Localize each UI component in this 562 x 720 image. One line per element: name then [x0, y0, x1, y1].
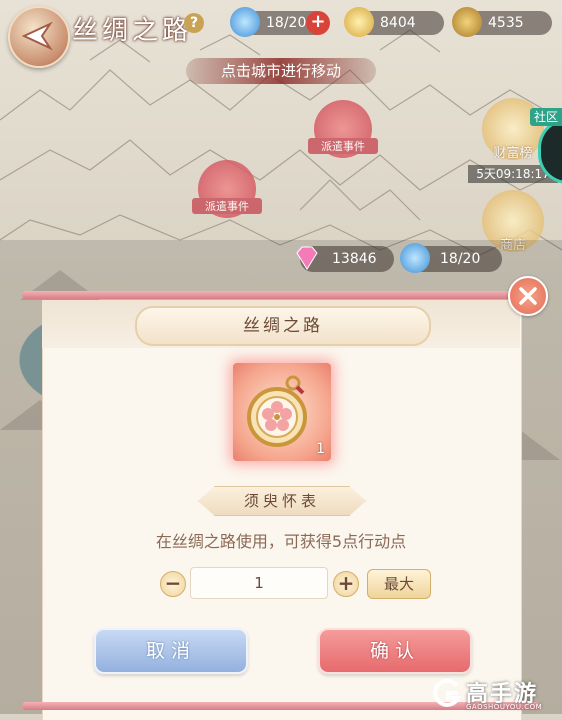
coin-icon: [452, 7, 482, 37]
dispatch-event-label: 派遣事件: [192, 198, 262, 214]
help-icon[interactable]: ?: [184, 13, 204, 33]
close-icon: [519, 287, 537, 305]
add-action-points-button[interactable]: +: [306, 11, 330, 35]
watermark: 高手游 GAOSHOUYOU.COM: [432, 676, 562, 714]
item-description: 在丝绸之路使用，可获得5点行动点: [155, 532, 407, 551]
action-points-value: 18/20: [266, 15, 307, 31]
dispatch-event-marker[interactable]: 派遣事件: [308, 100, 378, 158]
dialog-title: 丝绸之路: [135, 306, 431, 346]
watermark-logo-icon: [433, 678, 462, 707]
community-label[interactable]: 社区: [530, 108, 562, 126]
dispatch-event-label: 派遣事件: [308, 138, 378, 154]
coin-value: 4535: [488, 15, 524, 31]
gold-counter: 8404: [344, 7, 444, 37]
gem-counter: 13846: [296, 246, 394, 272]
move-hint-banner: 点击城市进行移动: [186, 58, 376, 84]
close-button[interactable]: [508, 276, 548, 316]
item-name: 须臾怀表: [198, 486, 366, 516]
decrease-quantity-button[interactable]: −: [160, 571, 186, 597]
watermark-domain: GAOSHOUYOU.COM: [466, 703, 543, 711]
action-points-value: 18/20: [440, 251, 481, 267]
gem-value: 13846: [332, 251, 377, 267]
potion-icon: [400, 243, 430, 273]
increase-quantity-button[interactable]: +: [333, 571, 359, 597]
back-arrow-icon: [21, 21, 53, 51]
gem-icon: [296, 246, 318, 270]
gold-value: 8404: [380, 15, 416, 31]
page-title: 丝绸之路: [72, 16, 193, 46]
gold-ingot-icon: [344, 7, 374, 37]
scroll-rod-top: [22, 291, 540, 299]
back-button[interactable]: [8, 6, 70, 68]
confirm-button[interactable]: 确认: [318, 628, 472, 674]
quantity-input[interactable]: 1: [190, 567, 328, 599]
cancel-button[interactable]: 取消: [94, 628, 248, 674]
max-quantity-button[interactable]: 最大: [367, 569, 431, 599]
item-card: 1: [233, 363, 331, 461]
potion-icon: [230, 7, 260, 37]
pocket-watch-icon: [247, 375, 307, 447]
dispatch-event-marker[interactable]: 派遣事件: [192, 160, 262, 218]
action-points-counter-overlay: 18/20: [400, 243, 502, 273]
action-points-counter: 18/20 +: [230, 7, 330, 37]
item-count: 1: [316, 441, 325, 457]
coin-counter: 4535: [452, 7, 552, 37]
